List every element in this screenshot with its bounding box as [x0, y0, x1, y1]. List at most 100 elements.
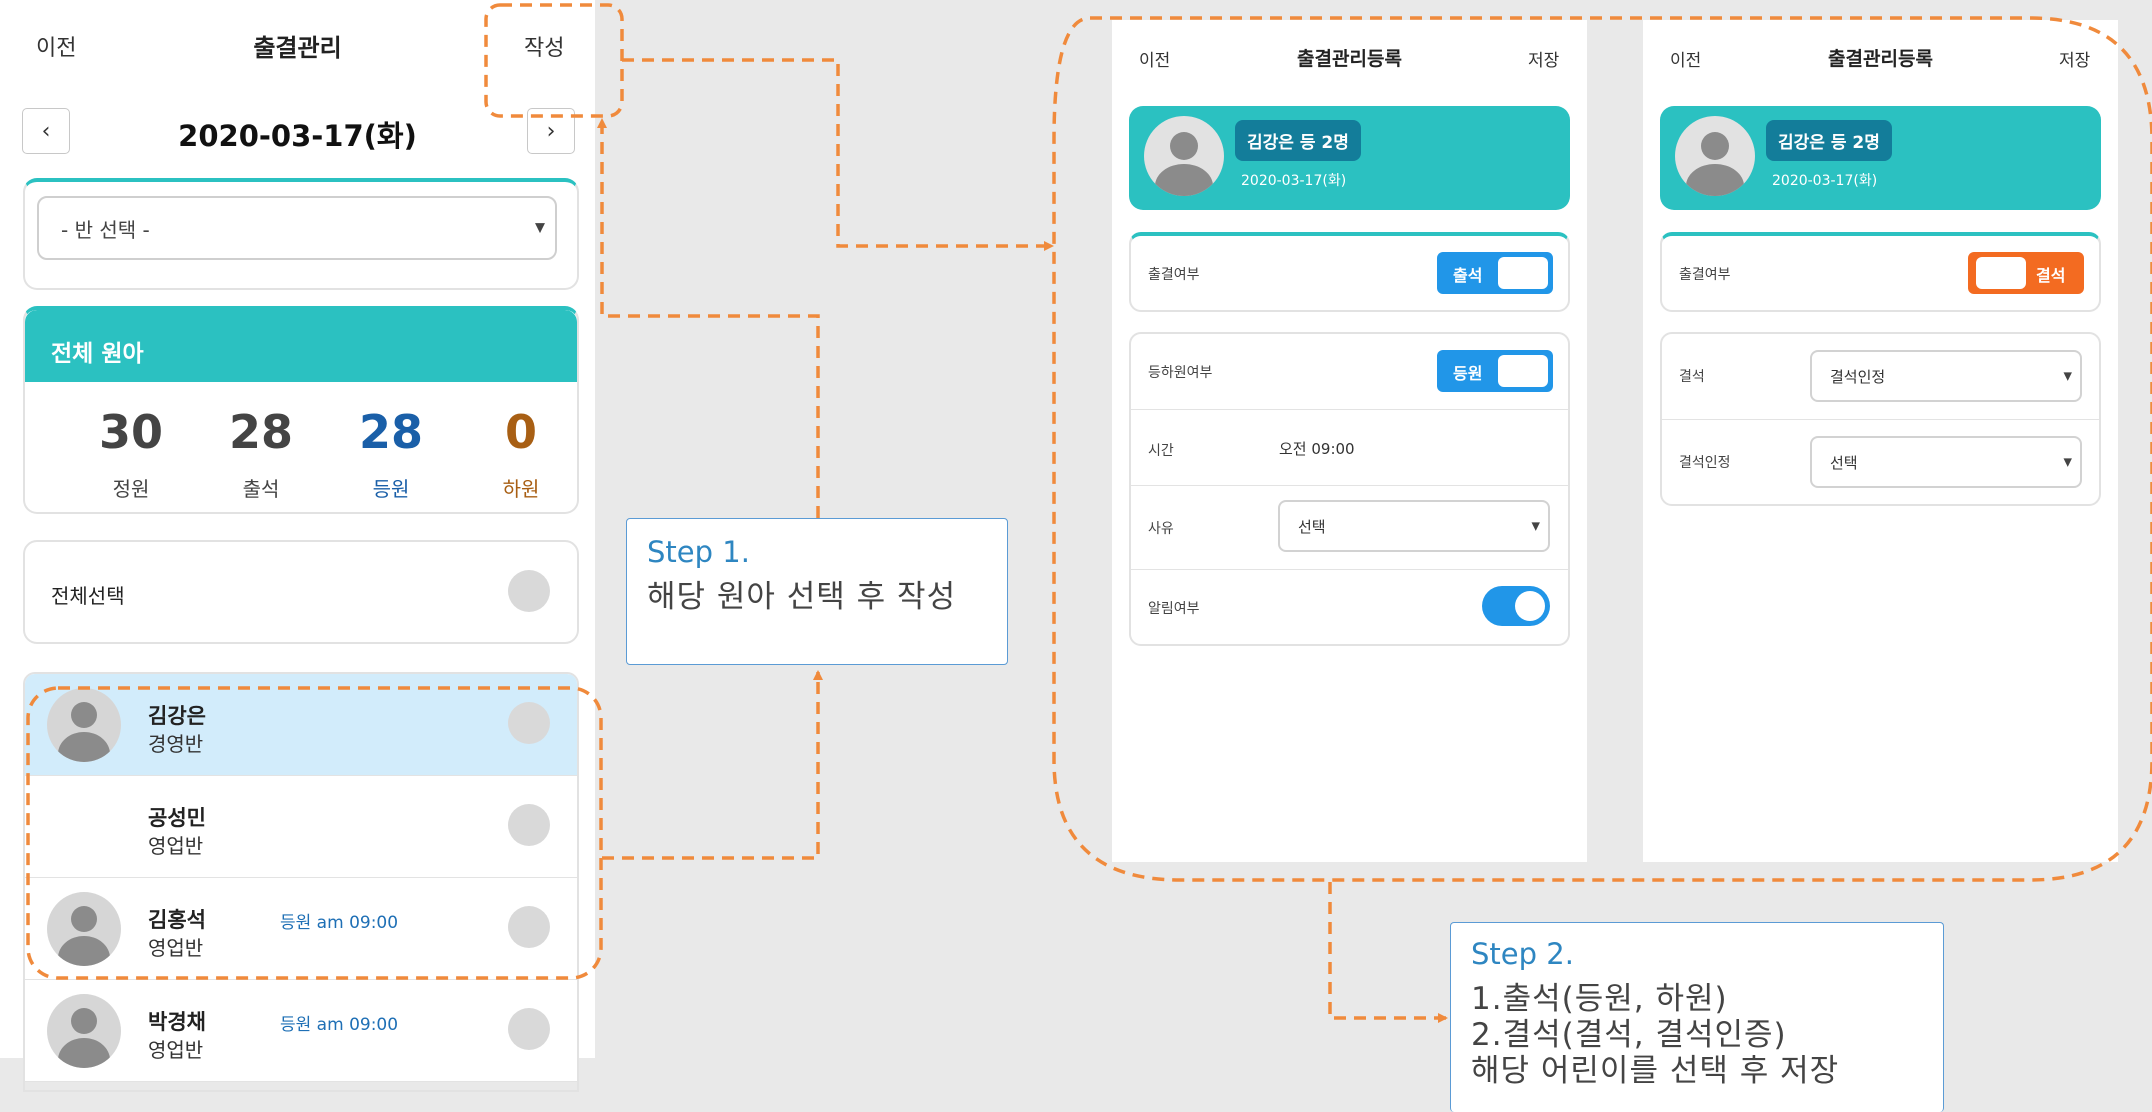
page-title: 출결관리등록 — [1828, 48, 1933, 70]
child-name: 박경채 — [148, 1010, 206, 1034]
stat-arrival-value: 28 — [358, 405, 423, 459]
step1-callout: Step 1. 해당 원아 선택 후 작성 — [626, 518, 1008, 665]
absence-select-value: 결석인정 — [1830, 367, 1886, 386]
time-row: 시간 오전 09:00 — [1131, 410, 1568, 486]
selected-count-badge: 김강은 등 2명 — [1766, 120, 1892, 161]
child-status: 등원 am 09:00 — [280, 913, 399, 933]
select-all-radio[interactable] — [508, 570, 550, 612]
class-select[interactable]: - 반 선택 - ▼ — [37, 196, 557, 260]
absence-approval-select[interactable]: 선택 ▼ — [1810, 436, 2082, 488]
selected-children-card: 김강은 등 2명 2020-03-17(화) — [1660, 106, 2101, 210]
class-select-card: - 반 선택 - ▼ — [23, 178, 579, 290]
child-select-radio[interactable] — [508, 1008, 550, 1050]
avatar — [1144, 116, 1224, 196]
time-label: 시간 — [1148, 443, 1174, 459]
arrival-toggle[interactable]: 등원 — [1437, 350, 1553, 392]
stats-title: 전체 원아 — [25, 310, 577, 382]
avatar — [47, 892, 121, 966]
absence-approval-row: 결석인정 선택 ▼ — [1662, 420, 2099, 504]
attendance-list-screen: 이전 출결관리 작성 ‹ 2020-03-17(화) › - 반 선택 - ▼ … — [0, 0, 595, 1092]
chevron-down-icon: ▼ — [2063, 455, 2072, 469]
child-name: 김홍석 — [148, 908, 206, 932]
chevron-down-icon: ▼ — [2063, 369, 2072, 383]
attendance-register-screen-absent: 이전 출결관리등록 저장 김강은 등 2명 2020-03-17(화) 출결여부… — [1643, 20, 2118, 862]
stat-capacity-label: 정원 — [112, 477, 150, 501]
attendance-toggle[interactable]: 출석 — [1437, 252, 1553, 294]
time-value[interactable]: 오전 09:00 — [1279, 438, 1355, 459]
stat-attendance-value: 28 — [228, 405, 293, 459]
write-button[interactable]: 작성 — [524, 30, 564, 62]
notify-label: 알림여부 — [1148, 601, 1200, 617]
list-item[interactable]: 박경채 영업반 등원 am 09:00 — [25, 980, 577, 1082]
save-button[interactable]: 저장 — [2059, 46, 2090, 71]
child-select-radio[interactable] — [508, 702, 550, 744]
toggle-knob — [1498, 257, 1548, 289]
child-class: 영업반 — [148, 834, 204, 858]
list-item[interactable]: 김강은 경영반 — [25, 674, 577, 776]
step1-title: Step 1. — [647, 535, 750, 569]
attendance-label: 출결여부 — [1679, 267, 1731, 283]
reason-select[interactable]: 선택 ▼ — [1278, 500, 1550, 552]
avatar — [1675, 116, 1755, 196]
page-title: 출결관리 — [253, 34, 342, 62]
next-date-button[interactable]: › — [527, 108, 575, 154]
attendance-panel: 출결여부 출석 — [1129, 232, 1570, 312]
save-button[interactable]: 저장 — [1528, 46, 1559, 71]
step1-line: 해당 원아 선택 후 작성 — [647, 579, 957, 615]
arrow-list-to-step1 — [602, 670, 823, 860]
arrival-toggle-label: 등원 — [1453, 364, 1483, 383]
absence-approval-label: 결석인정 — [1679, 455, 1731, 471]
select-all-row[interactable]: 전체선택 — [23, 540, 579, 644]
attendance-panel: 출결여부 결석 — [1660, 232, 2101, 312]
current-date: 2020-03-17(화) — [178, 119, 417, 153]
switch-knob — [1515, 591, 1545, 621]
chevron-down-icon: ▼ — [535, 220, 545, 236]
page-title: 출결관리등록 — [1297, 48, 1402, 70]
attendance-label: 출결여부 — [1148, 267, 1200, 283]
absence-label: 결석 — [1679, 369, 1705, 385]
selected-count-badge: 김강은 등 2명 — [1235, 120, 1361, 161]
arrival-row: 등하원여부 등원 — [1131, 334, 1568, 410]
selected-date: 2020-03-17(화) — [1772, 173, 1878, 189]
absence-approval-select-value: 선택 — [1830, 453, 1858, 472]
child-select-radio[interactable] — [508, 804, 550, 846]
notify-row: 알림여부 — [1131, 570, 1568, 644]
avatar — [47, 688, 121, 762]
arrow-register-to-step2 — [1328, 882, 1448, 1023]
stat-arrival-label: 등원 — [372, 477, 410, 501]
notify-switch[interactable] — [1482, 586, 1550, 626]
stat-departure-label: 하원 — [502, 477, 540, 501]
child-status: 등원 am 09:00 — [280, 1015, 399, 1035]
absence-panel: 결석 결석인정 ▼ 결석인정 선택 ▼ — [1660, 332, 2101, 506]
selected-date: 2020-03-17(화) — [1241, 173, 1347, 189]
attendance-register-screen-present: 이전 출결관리등록 저장 김강은 등 2명 2020-03-17(화) 출결여부… — [1112, 20, 1587, 862]
selected-children-card: 김강은 등 2명 2020-03-17(화) — [1129, 106, 1570, 210]
arrival-label: 등하원여부 — [1148, 365, 1213, 381]
absence-select[interactable]: 결석인정 ▼ — [1810, 350, 2082, 402]
list-item[interactable]: 김홍석 영업반 등원 am 09:00 — [25, 878, 577, 980]
stat-attendance-label: 출석 — [242, 477, 280, 501]
absence-row: 결석 결석인정 ▼ — [1662, 334, 2099, 420]
arrow-step1-to-write — [597, 118, 820, 518]
reason-row: 사유 선택 ▼ — [1131, 486, 1568, 570]
attendance-toggle-label: 결석 — [2036, 266, 2066, 285]
details-panel: 등하원여부 등원 시간 오전 09:00 사유 선택 ▼ 알림여부 — [1129, 332, 1570, 646]
stat-capacity-value: 30 — [98, 405, 163, 459]
chevron-down-icon: ▼ — [1531, 519, 1540, 533]
attendance-toggle[interactable]: 결석 — [1968, 252, 2084, 294]
toggle-knob — [1976, 257, 2026, 289]
stat-departure-value: 0 — [504, 405, 537, 459]
attendance-toggle-label: 출석 — [1453, 266, 1483, 285]
toggle-knob — [1498, 355, 1548, 387]
children-list: 김강은 경영반 공성민 영업반 김홍석 영업반 등원 am 09:00 박경채 … — [23, 672, 579, 1092]
step2-callout: Step 2. 1.출석(등원, 하원) 2.결석(결석, 결석인증) 해당 어… — [1450, 922, 1944, 1112]
select-all-label: 전체선택 — [51, 584, 125, 608]
child-class: 경영반 — [148, 732, 204, 756]
list-item[interactable]: 공성민 영업반 — [25, 776, 577, 878]
class-select-value: - 반 선택 - — [61, 217, 150, 242]
child-name: 김강은 — [148, 704, 206, 728]
avatar — [47, 994, 121, 1068]
reason-label: 사유 — [1148, 521, 1174, 537]
arrow-write-to-register — [622, 58, 1054, 251]
child-select-radio[interactable] — [508, 906, 550, 948]
